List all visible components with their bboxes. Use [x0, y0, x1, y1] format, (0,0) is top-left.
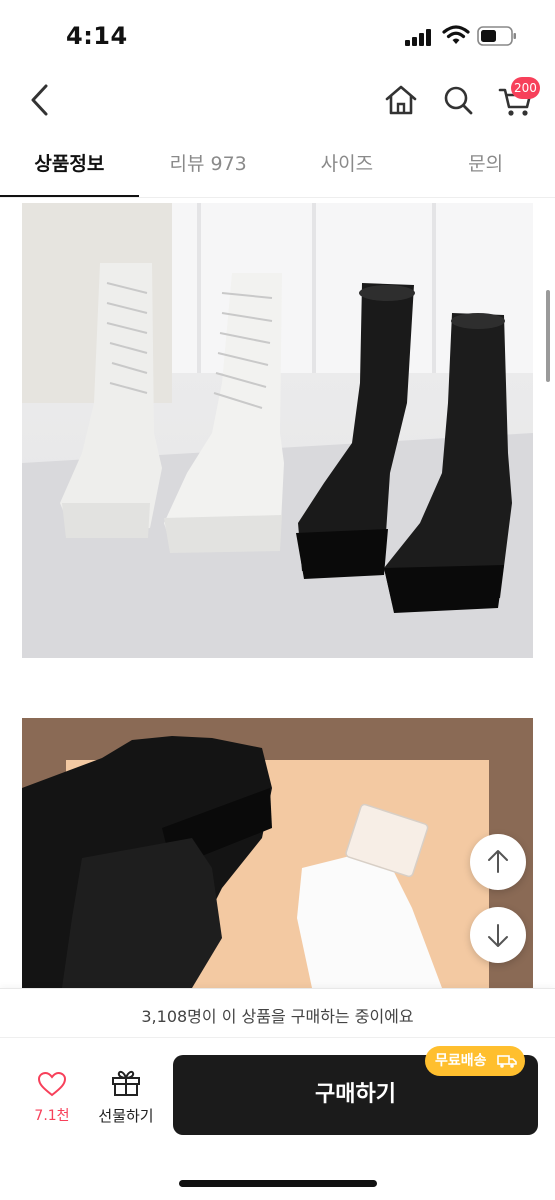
bottom-purchase-bar: 3,108명이 이 상품을 구매하는 중이에요 7.1천 선물하기 구매하기 무… — [0, 988, 555, 1200]
tab-inquiry[interactable]: 문의 — [416, 140, 555, 198]
product-image-1 — [22, 203, 533, 658]
home-icon[interactable] — [383, 80, 419, 120]
product-image-2 — [22, 718, 533, 988]
tab-size[interactable]: 사이즈 — [278, 140, 417, 198]
search-icon[interactable] — [440, 80, 476, 120]
cart-count-badge: 200 — [511, 77, 540, 99]
gift-button[interactable]: 선물하기 — [90, 1069, 162, 1139]
wifi-icon — [442, 25, 470, 44]
sheet-divider — [0, 1037, 555, 1038]
scroll-up-button[interactable] — [470, 834, 526, 890]
gift-label: 선물하기 — [98, 1107, 154, 1125]
gift-icon — [112, 1070, 140, 1096]
free-shipping-badge: 무료배송 — [425, 1046, 525, 1076]
like-count: 7.1천 — [34, 1108, 70, 1124]
tab-reviews[interactable]: 리뷰 973 — [139, 140, 278, 198]
battery-icon — [477, 26, 516, 46]
top-nav — [0, 70, 555, 130]
scroll-down-button[interactable] — [470, 907, 526, 963]
status-time: 4:14 — [66, 22, 128, 50]
free-shipping-label: 무료배송 — [435, 1053, 487, 1069]
scroll-indicator — [546, 290, 550, 382]
arrow-up-icon — [488, 850, 508, 873]
tabs-divider — [0, 197, 555, 198]
tab-product-info[interactable]: 상품정보 — [0, 140, 139, 198]
back-icon[interactable] — [24, 80, 58, 120]
arrow-down-icon — [488, 924, 508, 947]
product-tabs: 상품정보 리뷰 973 사이즈 문의 — [0, 140, 555, 198]
buying-now-text: 3,108명이 이 상품을 구매하는 중이에요 — [141, 1007, 414, 1026]
truck-icon — [497, 1055, 517, 1068]
signal-icon — [405, 28, 435, 46]
status-bar: 4:14 — [0, 0, 555, 70]
heart-icon — [37, 1071, 67, 1097]
like-button[interactable]: 7.1천 — [22, 1071, 82, 1141]
home-indicator — [179, 1180, 377, 1187]
